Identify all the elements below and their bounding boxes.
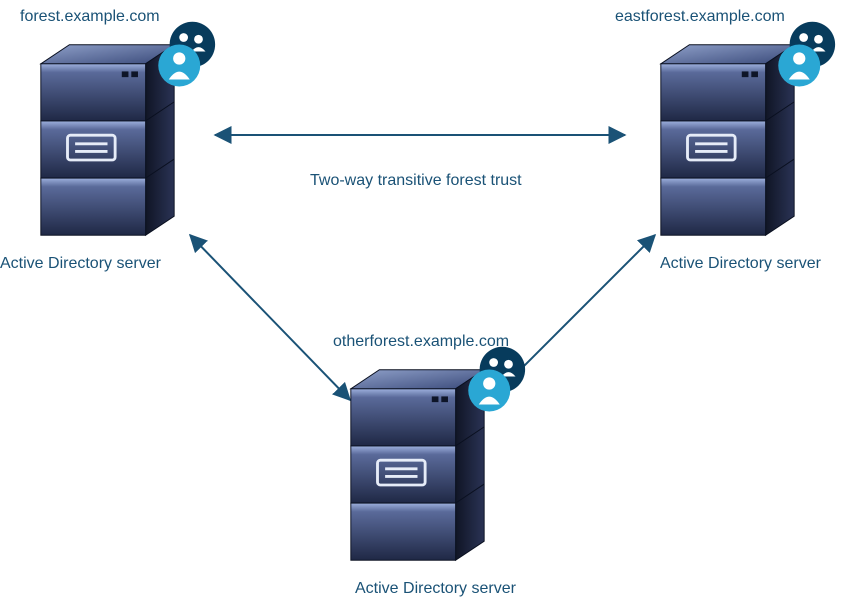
server-node-bottom <box>340 365 515 565</box>
ad-users-icon <box>773 20 842 90</box>
ad-users-icon <box>153 20 223 90</box>
trust-label: Two-way transitive forest trust <box>310 172 522 190</box>
caption-left: Active Directory server <box>0 255 161 273</box>
server-node-left <box>30 40 205 240</box>
arrow-left-bottom <box>190 235 350 400</box>
caption-right: Active Directory server <box>660 255 821 273</box>
caption-bottom: Active Directory server <box>355 580 516 598</box>
server-node-right <box>650 40 825 240</box>
domain-label-right: eastforest.example.com <box>615 8 785 26</box>
ad-users-icon <box>463 345 533 415</box>
domain-label-left: forest.example.com <box>20 8 160 26</box>
